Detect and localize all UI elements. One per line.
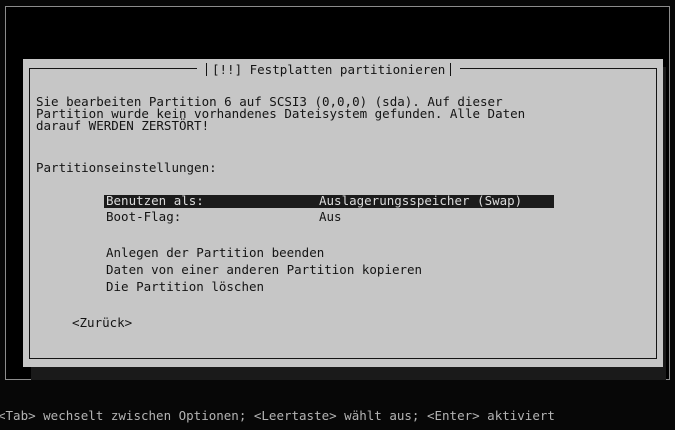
setting-label-usage: Benutzen als: xyxy=(106,193,204,208)
description-line-3: darauf WERDEN ZERSTÖRT! xyxy=(36,118,210,133)
action-finish-partition[interactable]: Anlegen der Partition beenden xyxy=(106,246,324,260)
partition-dialog: [!!] Festplatten partitionieren Sie bear… xyxy=(23,59,663,367)
settings-heading: Partitionseinstellungen: xyxy=(36,160,217,175)
setting-row-usage[interactable]: Benutzen als: Auslagerungsspeicher (Swap… xyxy=(104,193,554,208)
title-bar-right xyxy=(450,63,452,76)
help-line: <Tab> wechselt zwischen Optionen; <Leert… xyxy=(0,408,555,423)
dialog-title-text: [!!] Festplatten partitionieren xyxy=(212,62,446,77)
setting-value-usage: Auslagerungsspeicher (Swap) xyxy=(319,193,523,208)
action-delete-partition[interactable]: Die Partition löschen xyxy=(106,280,264,294)
action-copy-partition[interactable]: Daten von einer anderen Partition kopier… xyxy=(106,263,422,277)
setting-value-boot-flag: Aus xyxy=(319,209,342,224)
setting-row-boot-flag[interactable]: Boot-Flag: Aus xyxy=(106,209,556,224)
title-bar-left xyxy=(206,63,207,76)
setting-label-boot-flag: Boot-Flag: xyxy=(106,209,182,224)
dialog-title: [!!] Festplatten partitionieren xyxy=(197,62,461,77)
back-button[interactable]: <Zurück> xyxy=(72,316,132,330)
